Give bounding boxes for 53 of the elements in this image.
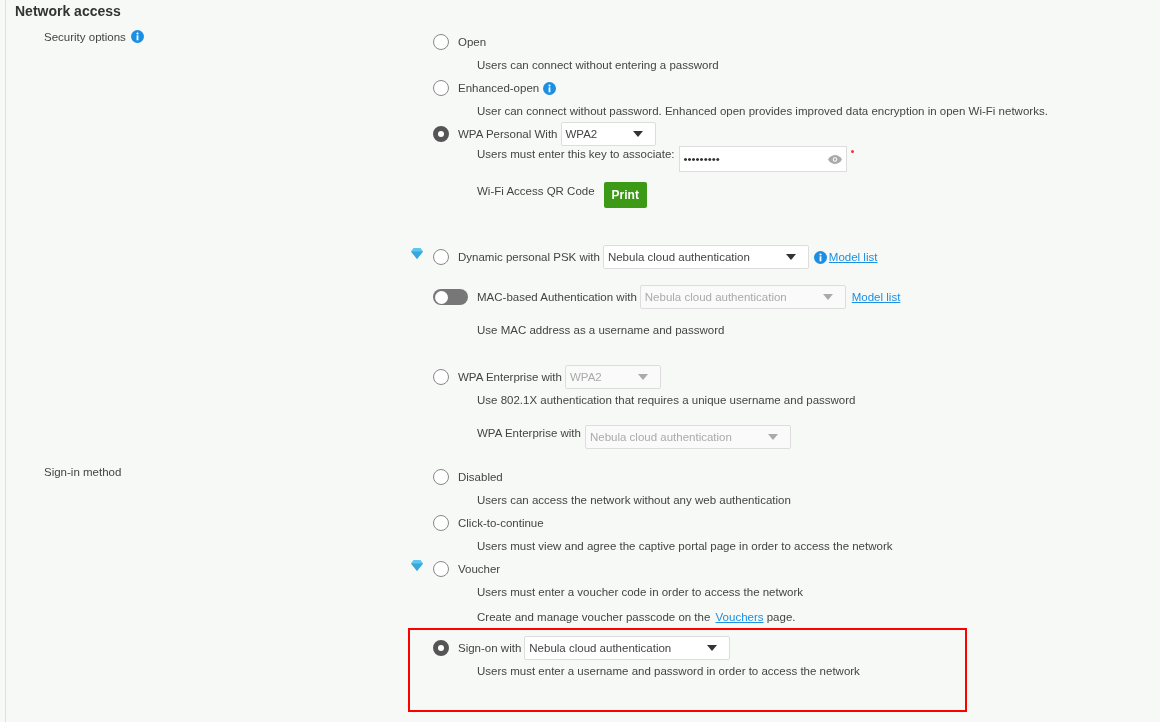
caret-icon	[785, 254, 796, 260]
model-list-link[interactable]: Model list	[851, 291, 901, 303]
field-label: Wi-Fi Access QR Code	[477, 185, 595, 197]
eye-icon[interactable]	[827, 154, 842, 164]
option-description: Users can access the network without any web authentication	[477, 493, 792, 508]
radio-button[interactable]	[433, 369, 449, 385]
model-list-link[interactable]: Model list	[828, 251, 878, 263]
field-label: Sign-in method	[44, 465, 122, 479]
option-label: Enhanced-open	[458, 82, 540, 94]
key-field[interactable]: •••••••••	[678, 146, 847, 172]
option-description: Users must enter a voucher code in order to access the network	[477, 585, 804, 600]
print-button[interactable]: Print	[603, 182, 647, 208]
toggle-switch[interactable]	[433, 289, 468, 305]
radio-button[interactable]	[433, 34, 449, 50]
option-description: Users must enter a username and password in order to access the network	[477, 664, 861, 679]
option-description: Users can connect without entering a password	[477, 58, 720, 73]
radio-button[interactable]	[433, 640, 449, 656]
dropdown[interactable]: Nebula cloud authentication	[602, 245, 809, 269]
radio-button[interactable]	[433, 469, 449, 485]
info-icon[interactable]	[813, 250, 827, 264]
option-description: Use 802.1X authentication that requires a unique username and password	[477, 393, 857, 408]
option-label: Disabled	[458, 471, 503, 483]
field-label: Users must enter this key to associate:	[477, 148, 675, 160]
option-label: Voucher	[458, 563, 501, 575]
radio-button[interactable]	[433, 80, 449, 96]
radio-button[interactable]	[433, 126, 449, 142]
option-description: Users must view and agree the captive portal page in order to access the network	[477, 539, 894, 554]
caret-icon	[767, 434, 778, 440]
option-label: Open	[458, 36, 487, 48]
info-icon[interactable]	[543, 81, 557, 95]
dropdown[interactable]: WPA2	[560, 122, 657, 146]
caret-icon	[707, 645, 718, 651]
note-text: Create and manage voucher passcode on the Vouchers page.	[477, 610, 797, 625]
option-label: Click-to-continue	[458, 517, 544, 529]
dropdown[interactable]: Nebula cloud authentication	[524, 636, 731, 660]
option-description: Use MAC address as a username and password	[477, 323, 726, 338]
option-label: Sign-on with	[458, 642, 522, 654]
option-label: WPA Enterprise with	[458, 371, 562, 383]
caret-icon	[637, 374, 648, 380]
info-icon[interactable]	[130, 30, 144, 43]
radio-button[interactable]	[433, 249, 449, 265]
vouchers-link[interactable]: Vouchers	[715, 611, 764, 623]
option-label: WPA Personal With	[458, 128, 558, 140]
caret-icon	[822, 294, 833, 300]
option-description: User can connect without password. Enhanced open provides improved data encryption in open Wi-Fi networks.	[477, 104, 1048, 119]
caret-icon	[633, 131, 644, 137]
radio-button[interactable]	[433, 561, 449, 577]
field-label: WPA Enterprise with	[477, 427, 581, 439]
option-label: Dynamic personal PSK with	[458, 251, 600, 263]
radio-button[interactable]	[433, 515, 449, 531]
option-label: MAC-based Authentication with	[477, 291, 637, 303]
field-label: Security options	[44, 30, 126, 44]
section-title: Network access	[14, 2, 122, 19]
